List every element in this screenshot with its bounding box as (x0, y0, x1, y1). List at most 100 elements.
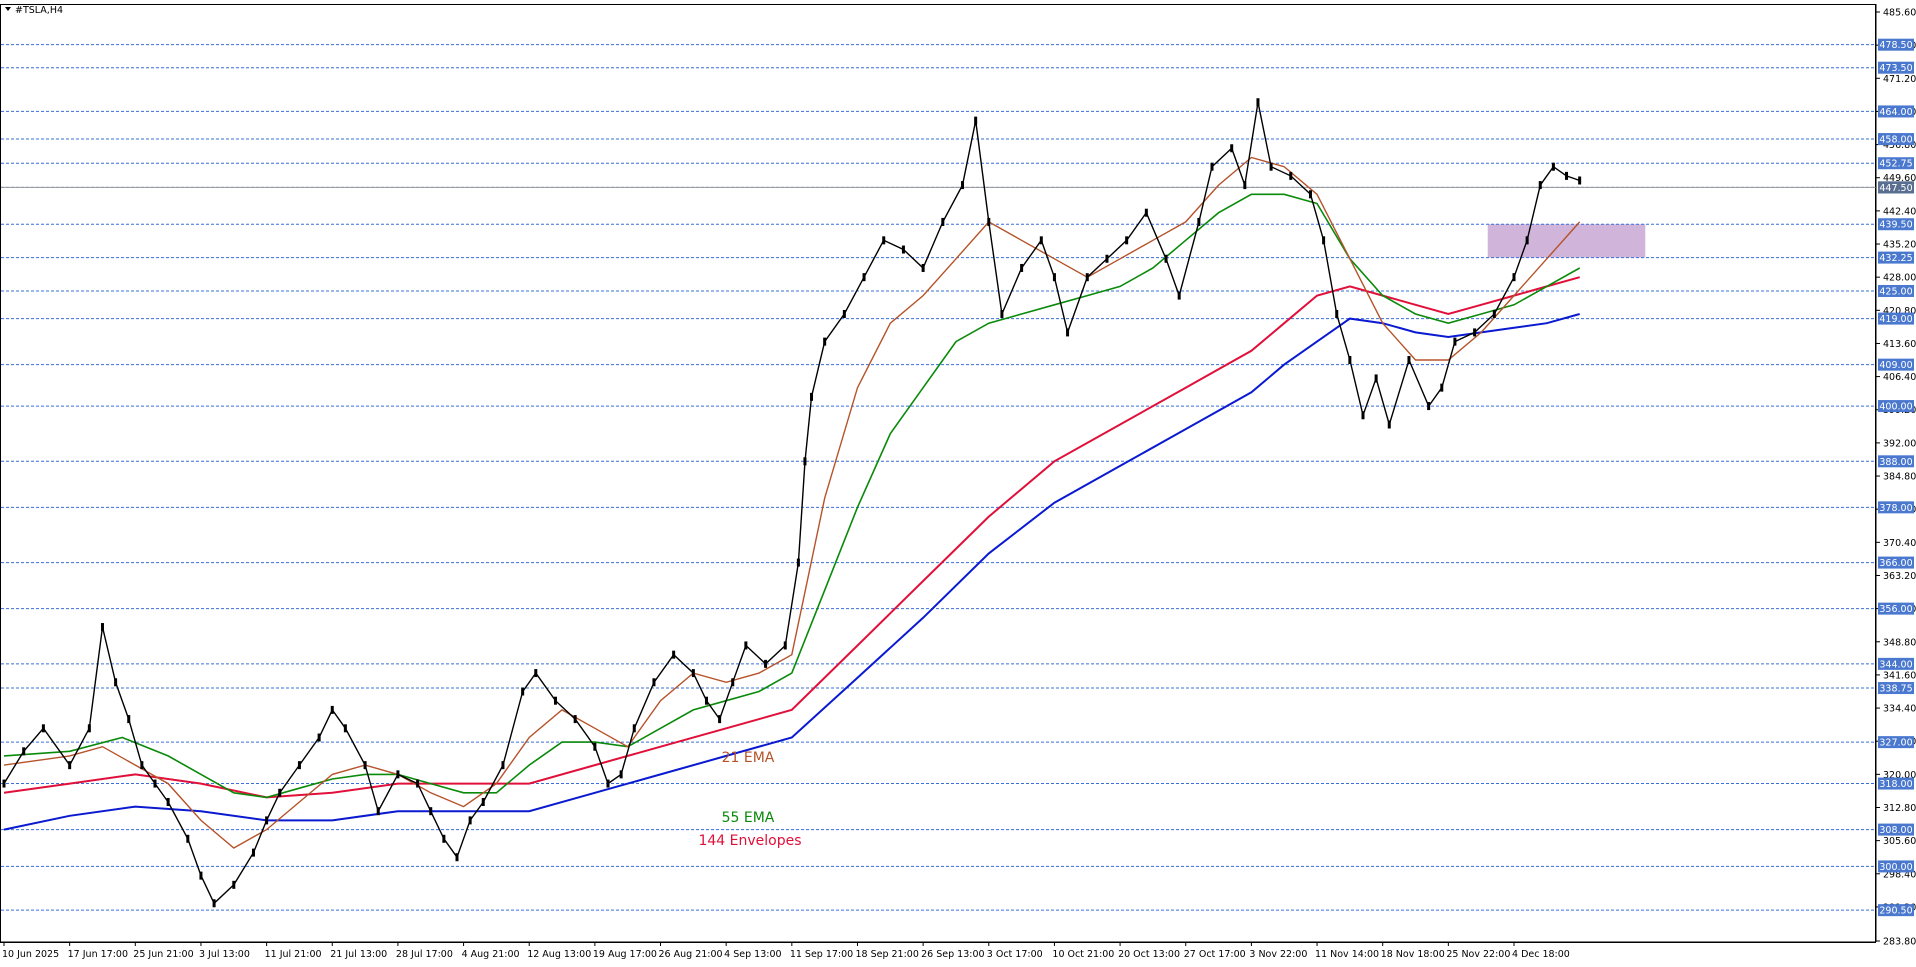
price-bar (468, 816, 472, 825)
price-tick-label: 348.80 (1883, 637, 1916, 648)
price-bar (1243, 181, 1247, 190)
price-bar (1039, 236, 1043, 245)
current-price-label: 447.50 (1879, 183, 1912, 194)
price-bar (1269, 162, 1273, 171)
price-bar (297, 761, 301, 770)
time-tick-label: 18 Nov 18:00 (1381, 949, 1445, 960)
price-bar (783, 641, 787, 650)
time-tick-label: 12 Aug 13:00 (527, 949, 591, 960)
price-chart[interactable]: 485.60478.40471.20464.00456.80449.60442.… (0, 0, 1916, 963)
price-bar (573, 715, 577, 724)
level-price-label: 366.00 (1879, 558, 1912, 569)
price-bar (672, 650, 676, 659)
price-tick-label: 370.40 (1883, 538, 1916, 549)
price-bar (251, 848, 255, 857)
price-bar (376, 807, 380, 816)
price-bar (1512, 273, 1516, 282)
level-price-label: 425.00 (1879, 286, 1912, 297)
price-bar (1407, 356, 1411, 365)
time-tick-label: 26 Aug 21:00 (659, 949, 723, 960)
price-bar (534, 669, 538, 678)
price-tick-label: 312.80 (1883, 803, 1916, 814)
price-bar (127, 715, 131, 724)
price-bar (1164, 254, 1168, 263)
price-bar (1256, 98, 1260, 107)
price-bar (632, 724, 636, 733)
price-bar (1551, 162, 1555, 171)
price-bar (232, 880, 236, 889)
price-bar (619, 770, 623, 779)
legend-ema55: 55 EMA (722, 810, 775, 826)
price-bar (330, 705, 334, 714)
price-bar (691, 669, 695, 678)
price-bar (731, 678, 735, 687)
price-bar (521, 687, 525, 696)
price-bar (442, 834, 446, 843)
level-price-label: 473.50 (1879, 63, 1912, 74)
time-tick-label: 11 Sep 17:00 (790, 949, 853, 960)
price-bar (1578, 176, 1582, 185)
time-tick-label: 27 Oct 17:00 (1184, 949, 1246, 960)
price-bar (140, 761, 144, 770)
level-price-label: 388.00 (1879, 457, 1912, 468)
price-bar (265, 816, 269, 825)
price-bar (1308, 190, 1312, 199)
price-bar (429, 807, 433, 816)
price-bar (718, 715, 722, 724)
time-tick-label: 4 Aug 21:00 (462, 949, 520, 960)
symbol-title: #TSLA,H4 (15, 5, 63, 16)
time-tick-label: 10 Jun 2025 (2, 949, 59, 960)
price-bar (803, 457, 807, 466)
legend-ema21: 21 EMA (722, 750, 775, 766)
price-bar (1348, 356, 1352, 365)
level-price-label: 318.00 (1879, 779, 1912, 790)
price-bar (1374, 374, 1378, 383)
price-bar (1492, 309, 1496, 318)
price-bar (22, 747, 26, 756)
time-tick-label: 26 Sep 13:00 (921, 949, 984, 960)
time-tick-label: 20 Oct 13:00 (1118, 949, 1180, 960)
price-tick-label: 283.80 (1883, 937, 1916, 948)
price-bar (823, 337, 827, 346)
level-price-label: 464.00 (1879, 107, 1912, 118)
price-bar (842, 309, 846, 318)
time-tick-label: 25 Nov 22:00 (1446, 949, 1510, 960)
price-bar (481, 797, 485, 806)
level-price-label: 378.00 (1879, 503, 1912, 514)
price-bar (974, 116, 978, 125)
zone-rect (1487, 224, 1646, 258)
price-bar (501, 761, 505, 770)
price-bar (100, 623, 104, 632)
time-tick-label: 18 Sep 21:00 (855, 949, 918, 960)
price-tick-label: 363.20 (1883, 571, 1916, 582)
level-price-label: 419.00 (1879, 314, 1912, 325)
price-bar (1453, 337, 1457, 346)
price-bar (2, 779, 6, 788)
price-bar (744, 641, 748, 650)
time-tick-label: 25 Jun 21:00 (133, 949, 193, 960)
price-bar (1144, 208, 1148, 217)
price-bar (941, 217, 945, 226)
price-bar (212, 899, 216, 908)
chart-window[interactable]: 485.60478.40471.20464.00456.80449.60442.… (0, 0, 1916, 963)
price-tick-label: 413.60 (1883, 339, 1916, 350)
level-price-label: 344.00 (1879, 659, 1912, 670)
level-price-label: 452.75 (1879, 159, 1912, 170)
price-bar (704, 696, 708, 705)
price-bar (186, 834, 190, 843)
level-price-label: 439.50 (1879, 220, 1912, 231)
time-axis: 10 Jun 2025 17 Jun 17:00 25 Jun 21:00 3 Jul… (0, 941, 1876, 960)
price-bar (416, 779, 420, 788)
price-bar (961, 181, 965, 190)
price-axis: 485.60478.40471.20464.00456.80449.60442.… (1875, 4, 1916, 948)
level-price-label: 458.00 (1879, 135, 1912, 146)
price-bar (1361, 411, 1365, 420)
time-tick-label: 11 Nov 14:00 (1315, 949, 1379, 960)
price-bar (166, 797, 170, 806)
price-bar (764, 659, 768, 668)
price-bar (1335, 309, 1339, 318)
price-bar (363, 761, 367, 770)
price-bar (987, 217, 991, 226)
price-bar (87, 724, 91, 733)
price-bar (1289, 171, 1293, 180)
